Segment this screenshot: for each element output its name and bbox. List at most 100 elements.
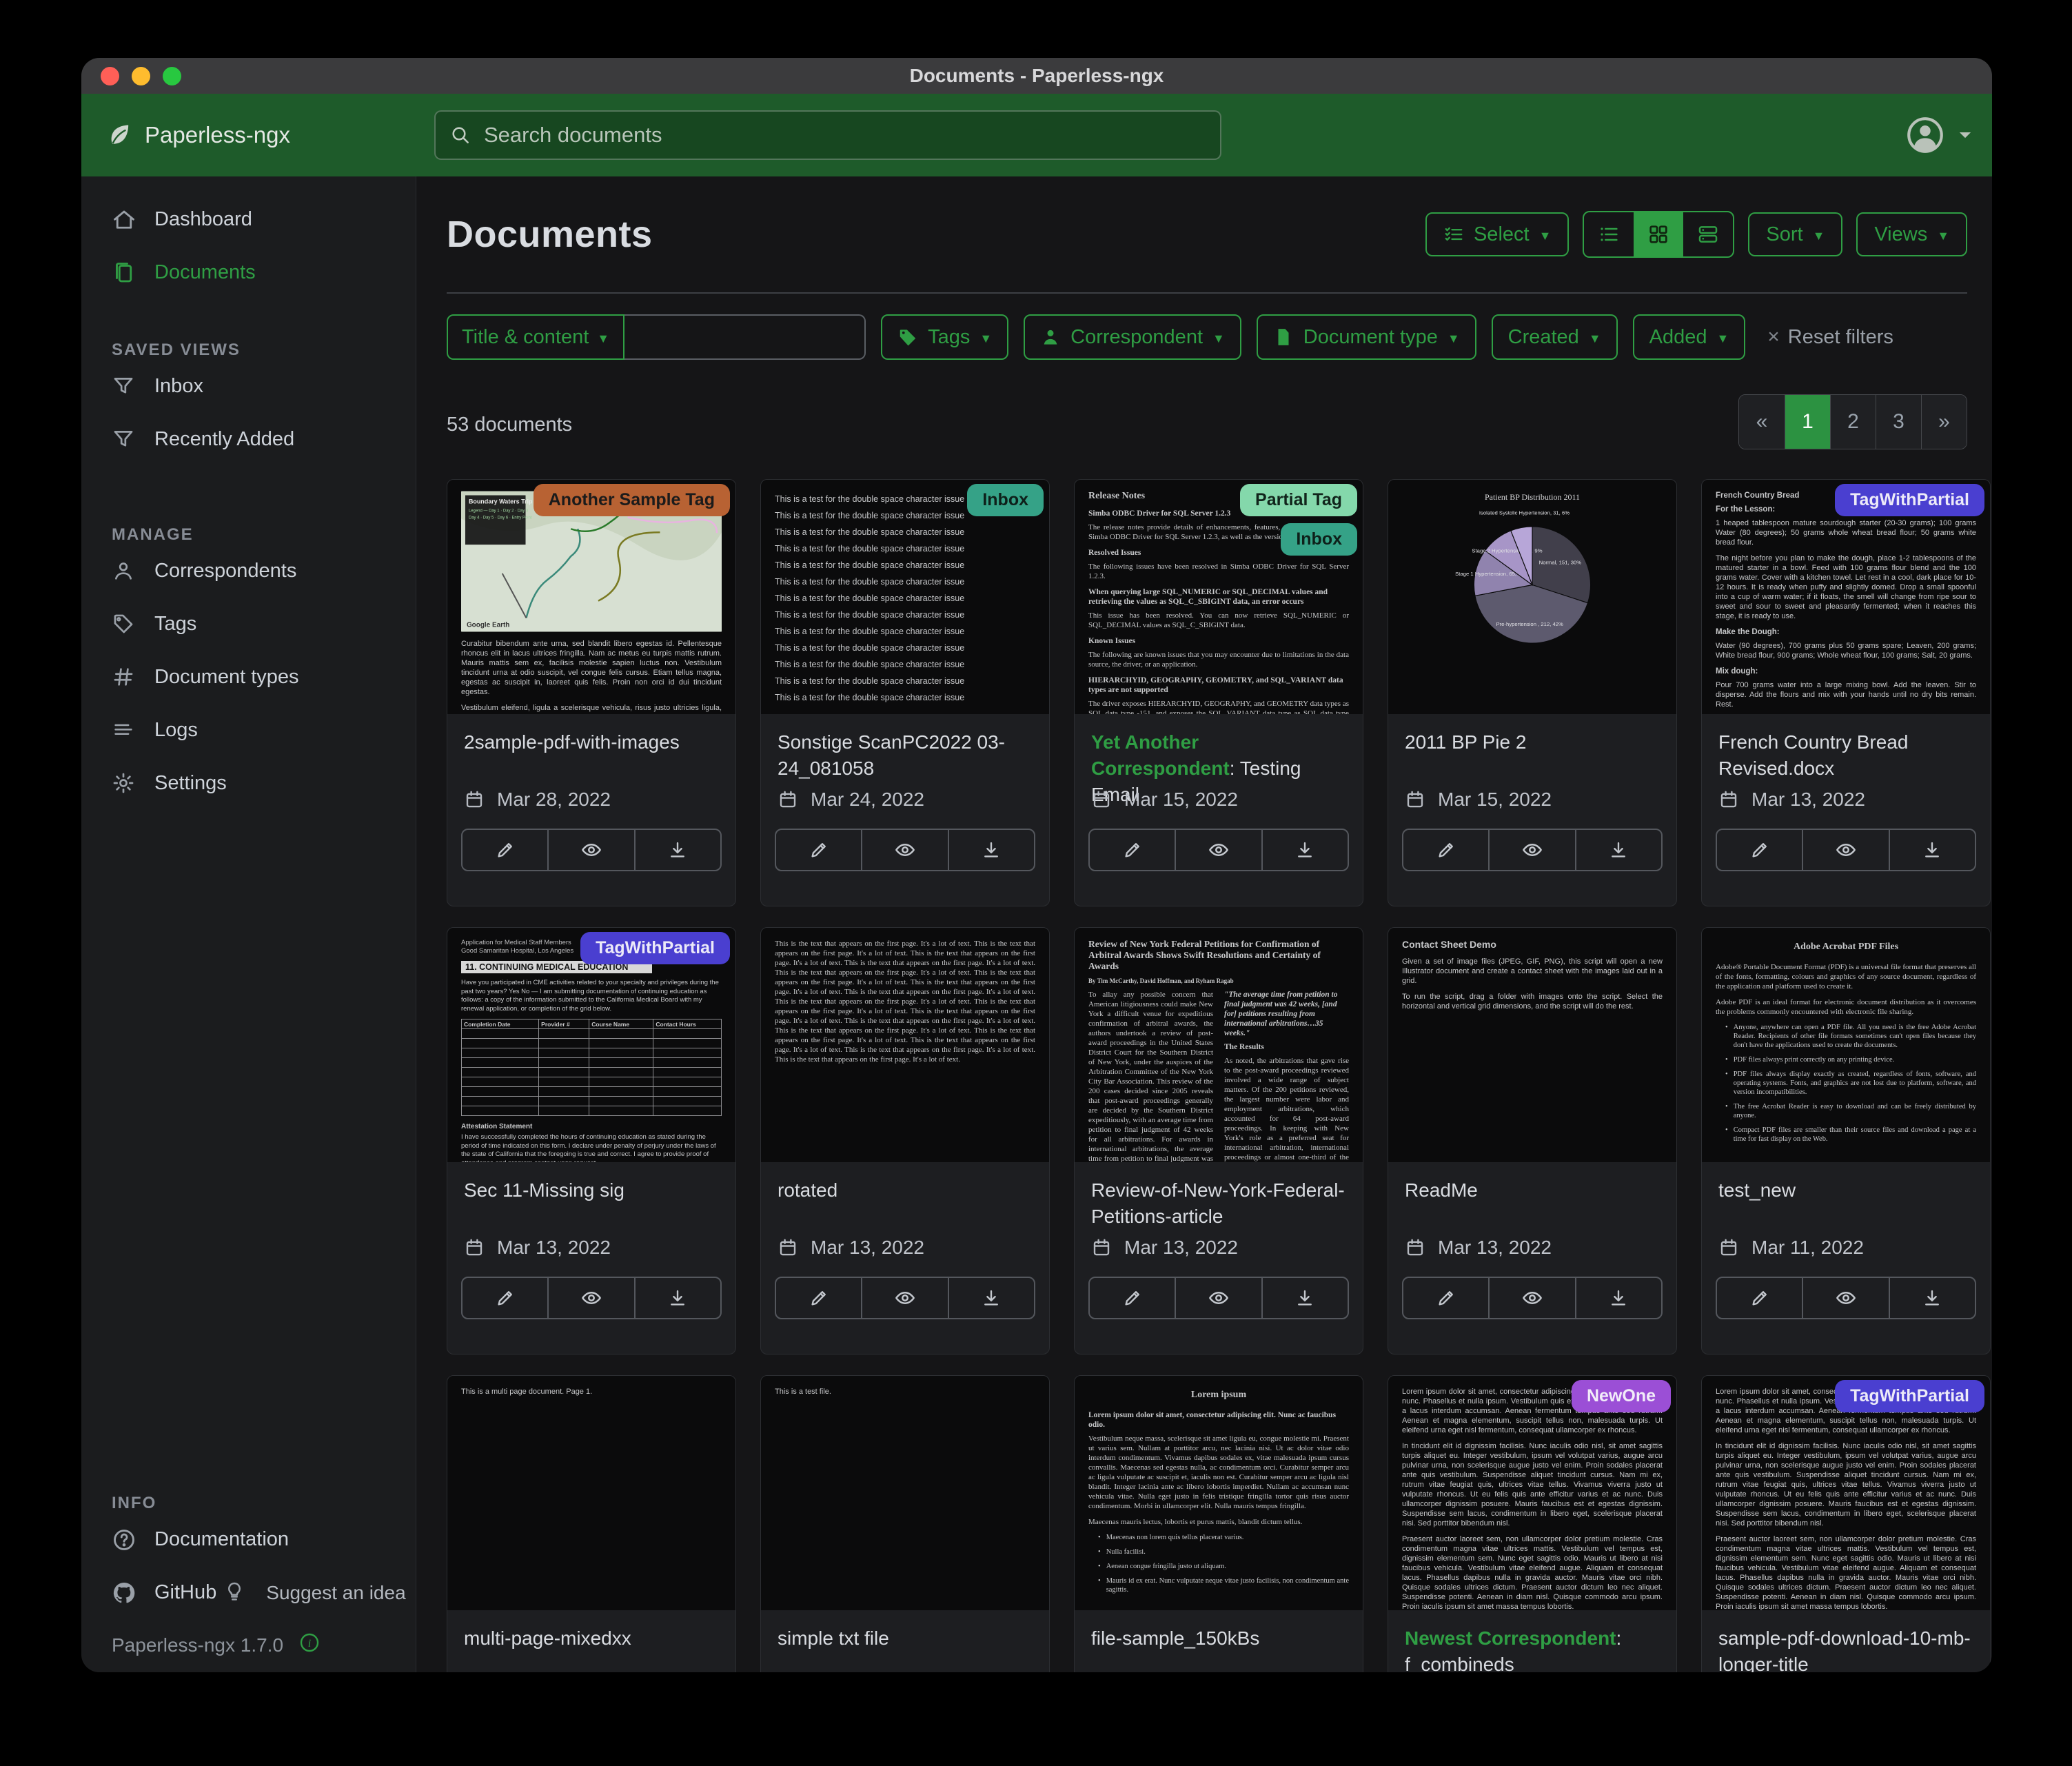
edit-document-button[interactable] <box>776 830 861 870</box>
download-document-button[interactable] <box>1889 1278 1975 1318</box>
document-card[interactable]: Boundary Waters TripLegend — Day 1 · Day… <box>447 479 736 906</box>
tag-badge[interactable]: TagWithPartial <box>1835 1380 1984 1412</box>
document-thumbnail[interactable]: Contact Sheet DemoGiven a set of image f… <box>1388 928 1676 1162</box>
document-card[interactable]: This is the text that appears on the fir… <box>760 927 1050 1354</box>
tag-badge[interactable]: NewOne <box>1572 1380 1671 1412</box>
download-document-button[interactable] <box>1261 830 1348 870</box>
sidebar-item-correspondents[interactable]: Correspondents <box>81 545 416 598</box>
sidebar-item-tags[interactable]: Tags <box>81 598 416 651</box>
tag-badge[interactable]: Inbox <box>967 484 1044 516</box>
document-title[interactable]: simple txt file <box>778 1625 1033 1652</box>
document-title[interactable]: multi-page-mixedxx <box>464 1625 719 1652</box>
document-card[interactable]: Release NotesSimba ODBC Driver for SQL S… <box>1074 479 1363 906</box>
document-card[interactable]: Application for Medical Staff MembersGoo… <box>447 927 736 1354</box>
document-thumbnail[interactable]: Adobe Acrobat PDF FilesAdobe® Portable D… <box>1702 928 1990 1162</box>
preview-document-button[interactable] <box>1175 830 1261 870</box>
document-thumbnail[interactable]: This is the text that appears on the fir… <box>761 928 1049 1162</box>
tag-badge[interactable]: Partial Tag <box>1240 484 1357 516</box>
edit-document-button[interactable] <box>1403 1278 1488 1318</box>
title-content-filter-button[interactable]: Title & content▼ <box>447 314 624 360</box>
zoom-window-button[interactable] <box>163 67 181 85</box>
document-thumbnail[interactable]: Review of New York Federal Petitions for… <box>1075 928 1363 1162</box>
document-card[interactable]: This is a test file. simple txt file <box>760 1375 1050 1672</box>
preview-document-button[interactable] <box>1802 1278 1888 1318</box>
document-card[interactable]: Lorem ipsumLorem ipsum dolor sit amet, c… <box>1074 1375 1363 1672</box>
document-card[interactable]: This is a test for the double space char… <box>760 479 1050 906</box>
edit-document-button[interactable] <box>1090 830 1175 870</box>
download-document-button[interactable] <box>634 1278 720 1318</box>
search-input[interactable] <box>483 122 1206 148</box>
pagination-prev[interactable]: « <box>1739 395 1785 449</box>
download-document-button[interactable] <box>948 830 1034 870</box>
document-thumbnail[interactable]: This is a test file. <box>761 1376 1049 1610</box>
document-card[interactable]: Adobe Acrobat PDF FilesAdobe® Portable D… <box>1701 927 1991 1354</box>
sidebar-item-dashboard[interactable]: Dashboard <box>81 193 416 246</box>
select-button[interactable]: Select▼ <box>1425 212 1569 256</box>
document-title[interactable]: 2011 BP Pie 2 <box>1405 729 1660 755</box>
preview-document-button[interactable] <box>1802 830 1888 870</box>
preview-document-button[interactable] <box>1488 1278 1574 1318</box>
edit-document-button[interactable] <box>776 1278 861 1318</box>
tags-filter-button[interactable]: Tags▼ <box>881 314 1008 360</box>
document-title[interactable]: 2sample-pdf-with-images <box>464 729 719 755</box>
document-title[interactable]: Sec 11-Missing sig <box>464 1177 719 1204</box>
sidebar-item-recently-added[interactable]: Recently Added <box>81 413 416 466</box>
preview-document-button[interactable] <box>1488 830 1574 870</box>
download-document-button[interactable] <box>1575 830 1661 870</box>
document-card[interactable]: French Country BreadFor the Lesson:1 hea… <box>1701 479 1991 906</box>
download-document-button[interactable] <box>634 830 720 870</box>
document-title[interactable]: file-sample_150kBs <box>1091 1625 1346 1652</box>
sidebar-item-logs[interactable]: Logs <box>81 704 416 757</box>
user-menu[interactable] <box>1904 94 1974 176</box>
views-button[interactable]: Views▼ <box>1856 212 1967 256</box>
document-card[interactable]: This is a multi page document. Page 1.mu… <box>447 1375 736 1672</box>
document-card[interactable]: Review of New York Federal Petitions for… <box>1074 927 1363 1354</box>
info-icon[interactable]: i <box>298 1632 321 1658</box>
sort-button[interactable]: Sort▼ <box>1748 212 1842 256</box>
preview-document-button[interactable] <box>547 1278 633 1318</box>
grid-view-button[interactable] <box>1634 212 1683 256</box>
sidebar-item-settings[interactable]: Settings <box>81 757 416 810</box>
sidebar-item-documents[interactable]: Documents <box>81 246 416 299</box>
pagination-page-1[interactable]: 1 <box>1785 395 1830 449</box>
sidebar-item-github[interactable]: GitHub <box>81 1566 216 1619</box>
document-title[interactable]: Review-of-New-York-Federal-Petitions-art… <box>1091 1177 1346 1230</box>
preview-document-button[interactable] <box>861 830 947 870</box>
document-card[interactable]: Lorem ipsum dolor sit amet, consectetur … <box>1701 1375 1991 1672</box>
close-window-button[interactable] <box>101 67 119 85</box>
document-title[interactable]: ReadMe <box>1405 1177 1660 1204</box>
document-type-filter-button[interactable]: Document type▼ <box>1257 314 1476 360</box>
title-content-filter-input[interactable] <box>624 314 866 360</box>
app-logo[interactable]: Paperless-ngx <box>105 121 290 149</box>
pagination-page-3[interactable]: 3 <box>1876 395 1921 449</box>
document-correspondent-link[interactable]: Newest Correspondent <box>1405 1627 1616 1649</box>
sidebar-item-inbox[interactable]: Inbox <box>81 360 416 413</box>
document-card[interactable]: Patient BP Distribution 2011Normal, 151,… <box>1388 479 1677 906</box>
edit-document-button[interactable] <box>1717 1278 1802 1318</box>
list-view-button[interactable] <box>1584 212 1634 256</box>
preview-document-button[interactable] <box>547 830 633 870</box>
created-filter-button[interactable]: Created▼ <box>1492 314 1618 360</box>
download-document-button[interactable] <box>948 1278 1034 1318</box>
detail-view-button[interactable] <box>1683 212 1733 256</box>
document-title[interactable]: Sonstige ScanPC2022 03-24_081058 <box>778 729 1033 782</box>
download-document-button[interactable] <box>1261 1278 1348 1318</box>
edit-document-button[interactable] <box>1717 830 1802 870</box>
reset-filters-button[interactable]: × Reset filters <box>1763 325 1898 349</box>
search-bar[interactable] <box>434 110 1221 160</box>
document-title[interactable]: Newest Correspondent: f_combineds <box>1405 1625 1660 1672</box>
document-correspondent-link[interactable]: Yet Another Correspondent <box>1091 731 1230 779</box>
sidebar-item-suggest-idea[interactable]: Suggest an idea <box>216 1566 405 1619</box>
download-document-button[interactable] <box>1575 1278 1661 1318</box>
document-thumbnail[interactable]: Patient BP Distribution 2011Normal, 151,… <box>1388 480 1676 714</box>
edit-document-button[interactable] <box>1403 830 1488 870</box>
download-document-button[interactable] <box>1889 830 1975 870</box>
correspondent-filter-button[interactable]: Correspondent▼ <box>1024 314 1241 360</box>
preview-document-button[interactable] <box>1175 1278 1261 1318</box>
minimize-window-button[interactable] <box>132 67 150 85</box>
tag-badge[interactable]: Inbox <box>1281 523 1357 556</box>
tag-badge[interactable]: TagWithPartial <box>580 932 730 964</box>
document-title[interactable]: sample-pdf-download-10-mb-longer-title <box>1718 1625 1973 1672</box>
document-title[interactable]: test_new <box>1718 1177 1973 1204</box>
document-card[interactable]: Contact Sheet DemoGiven a set of image f… <box>1388 927 1677 1354</box>
